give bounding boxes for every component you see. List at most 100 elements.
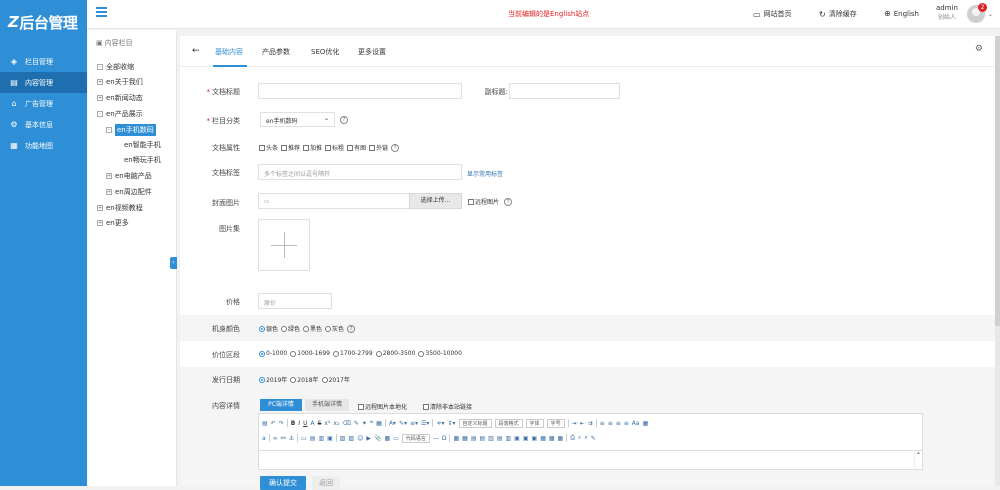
collapse-panel-icon[interactable]: ‹	[170, 257, 177, 269]
range-option[interactable]: 2800-3500	[375, 350, 415, 357]
sidebar-item-sitemap[interactable]: ▦ 功能地图	[0, 135, 87, 156]
align-center-icon[interactable]: ≡	[608, 420, 613, 427]
draft-icon[interactable]: ✎	[591, 435, 596, 442]
tree-node[interactable]: + en新闻动态	[97, 93, 143, 103]
tree-node[interactable]: + en视频教程	[97, 203, 143, 213]
show-common-tags-link[interactable]: 显示常用标签	[467, 169, 503, 178]
rich-text-editor[interactable]: ▤ ↶ ↷ B I U A S x² x₂ ⌫ ✎ ✦ ❝ ▦ A▾ ✎▾ ≡▾…	[258, 413, 923, 470]
attr-option[interactable]: 外链	[369, 143, 388, 152]
text-border-icon[interactable]: A	[311, 420, 315, 427]
collapse-toggle-icon[interactable]: -	[97, 111, 103, 117]
insert-col-icon[interactable]: ▥	[488, 435, 494, 442]
image-right-icon[interactable]: ▥	[318, 435, 324, 442]
color-option[interactable]: 银色	[259, 324, 278, 333]
delete-table-icon[interactable]: ▦	[462, 435, 468, 442]
color-option[interactable]: 黑色	[303, 324, 322, 333]
indent-icon[interactable]: ⇉	[588, 420, 593, 427]
remove-links-option[interactable]: 清除非本站链接	[423, 402, 472, 411]
italic-icon[interactable]: I	[298, 420, 300, 427]
line-height-icon[interactable]: ≑▾	[436, 420, 444, 427]
expand-toggle-icon[interactable]: +	[106, 173, 112, 179]
paragraph-spacing-icon[interactable]: ⇕▾	[447, 420, 455, 427]
insert-table-icon[interactable]: ▦	[453, 435, 459, 442]
unordered-list-icon[interactable]: ☰▾	[421, 420, 429, 427]
cover-input[interactable]: ▭	[258, 193, 410, 209]
tree-node[interactable]: en智能手机	[124, 140, 161, 150]
gallery-upload-button[interactable]	[258, 219, 310, 271]
paragraph-format-select[interactable]: 段落格式	[494, 418, 523, 428]
radio[interactable]	[303, 325, 310, 332]
merge-right-icon[interactable]: ▣	[523, 435, 529, 442]
checkbox[interactable]	[423, 403, 429, 410]
help-icon[interactable]: ?	[340, 116, 348, 124]
subtitle-input[interactable]	[509, 83, 620, 99]
chevron-down-icon[interactable]: ⌄	[988, 11, 993, 18]
checkbox[interactable]	[303, 144, 310, 151]
tree-node[interactable]: + en电脑产品	[106, 171, 152, 181]
tags-input[interactable]: 多个标签之间以逗号隔开	[258, 164, 462, 180]
ordered-list-icon[interactable]: ≡▾	[410, 420, 418, 427]
expand-toggle-icon[interactable]: +	[97, 220, 103, 226]
tree-node[interactable]: + en周边配件	[106, 187, 152, 197]
sidebar-item-ads[interactable]: ⌂ 广告管理	[0, 93, 87, 114]
scrollbar-thumb[interactable]	[995, 36, 1000, 326]
logo[interactable]: Z 后台管理	[0, 0, 87, 44]
print-icon[interactable]: ⎙	[570, 434, 575, 442]
language-switch[interactable]: ⊕ English	[884, 9, 919, 18]
font-family-select[interactable]: 字体	[525, 418, 544, 428]
back-arrow-icon[interactable]: ←	[192, 46, 200, 56]
radio[interactable]	[418, 350, 425, 357]
attr-option[interactable]: 加推	[303, 143, 322, 152]
direction-rtl-icon[interactable]: ⇤	[580, 420, 585, 427]
anchor-icon[interactable]: ⚓	[289, 435, 294, 442]
radio[interactable]	[321, 376, 328, 383]
link-icon[interactable]: ∞	[273, 435, 278, 442]
map-icon[interactable]: ▦	[385, 435, 391, 442]
expand-toggle-icon[interactable]: +	[106, 189, 112, 195]
help-icon[interactable]: ?	[347, 324, 356, 333]
underline-icon[interactable]: U	[303, 420, 307, 427]
radio[interactable]	[332, 350, 339, 357]
range-option[interactable]: 1000-1699	[290, 350, 330, 357]
undo-icon[interactable]: ↶	[271, 420, 276, 427]
subscript-icon[interactable]: x₂	[333, 420, 339, 427]
back-button[interactable]: 返回	[312, 476, 340, 490]
attachment-icon[interactable]: 📎	[374, 435, 381, 442]
checkbox[interactable]	[325, 144, 332, 151]
insert-para-icon[interactable]: ▤	[471, 435, 477, 442]
range-option[interactable]: 1700-2799	[332, 350, 373, 357]
color-option[interactable]: 绿色	[281, 324, 300, 333]
video-icon[interactable]: ▶	[366, 435, 371, 442]
checkbox[interactable]	[281, 144, 288, 151]
tree-node[interactable]: en畅玩手机	[124, 155, 161, 165]
editor-content-area[interactable]	[259, 450, 922, 470]
help-icon[interactable]: ?	[504, 197, 513, 206]
tree-node-selected[interactable]: - en手机数码	[106, 124, 156, 136]
delete-col-icon[interactable]: ▥	[506, 435, 512, 442]
sidebar-item-content[interactable]: ▤ 内容管理	[0, 72, 87, 93]
radio[interactable]	[281, 325, 288, 332]
split-cells-icon[interactable]: ▦	[540, 435, 546, 442]
attr-option[interactable]: 推荐	[281, 143, 300, 152]
preview-icon[interactable]: ⌕	[578, 434, 581, 442]
table-icon[interactable]: ▦	[643, 420, 649, 427]
range-option[interactable]: 3500-10000	[418, 350, 462, 357]
category-select[interactable]: en手机数码 ⌄	[260, 112, 335, 127]
font-size-select[interactable]: 字号	[546, 418, 565, 428]
superscript-icon[interactable]: x²	[324, 420, 330, 427]
merge-down-icon[interactable]: ▣	[532, 435, 538, 442]
image-left-icon[interactable]: ▤	[310, 435, 316, 442]
html-source-icon[interactable]: ▤	[262, 420, 268, 427]
attr-option[interactable]: 头条	[259, 143, 278, 152]
checkbox[interactable]	[347, 144, 354, 151]
horizontal-rule-icon[interactable]: —	[433, 435, 439, 442]
delete-row-icon[interactable]: ▤	[497, 435, 503, 442]
radio[interactable]	[290, 376, 297, 383]
search-replace-icon[interactable]: ⌕	[584, 434, 587, 442]
checkbox[interactable]	[358, 403, 364, 410]
upload-button[interactable]: 选择上传...	[409, 193, 462, 209]
clear-cache-link[interactable]: ↻ 清除缓存	[819, 9, 857, 19]
tab-basic[interactable]: 基础内容	[215, 47, 243, 57]
image-center-icon[interactable]: ▣	[327, 435, 333, 442]
attr-option[interactable]: 标粗	[325, 143, 344, 152]
